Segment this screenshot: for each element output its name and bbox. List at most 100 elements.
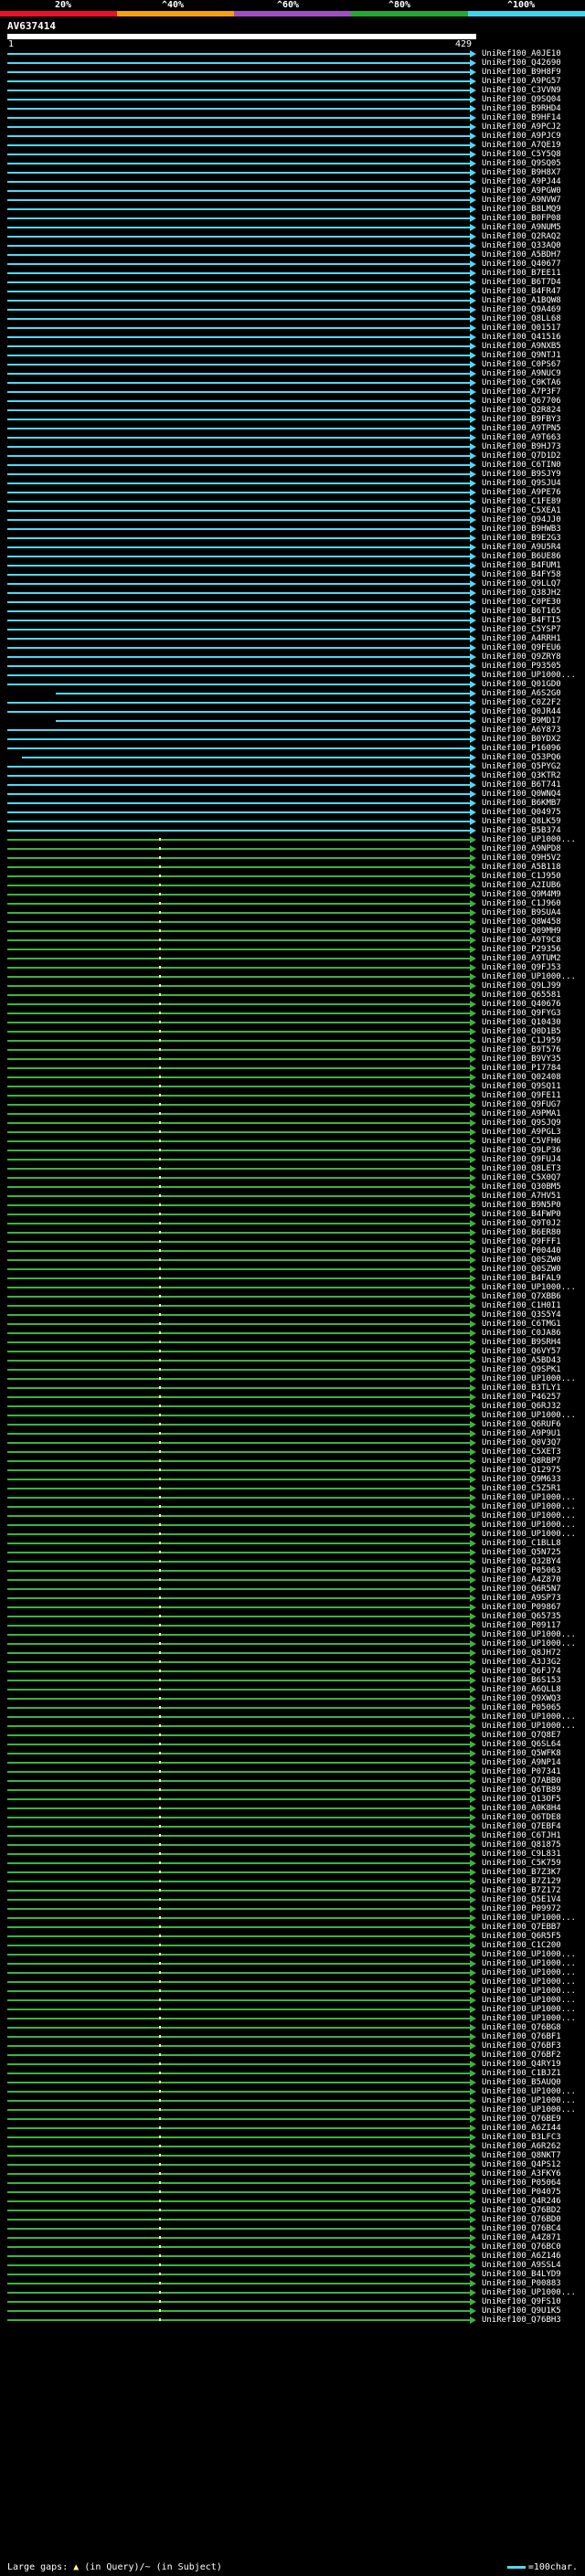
hit-link[interactable]: UniRef100_Q9FEU6 [482,643,561,652]
hit-link[interactable]: UniRef100_Q6VY57 [482,1347,561,1356]
hit-link[interactable]: UniRef100_Q5N725 [482,1548,561,1557]
hit-link[interactable]: UniRef100_Q7D1D2 [482,451,561,461]
hit-link[interactable]: UniRef100_Q8LET3 [482,1164,561,1173]
hit-link[interactable]: UniRef100_B9VY35 [482,1055,561,1064]
hit-link[interactable]: UniRef100_C1H0I1 [482,1301,561,1310]
hit-link[interactable]: UniRef100_B9H8F9 [482,68,561,77]
hit-link[interactable]: UniRef100_UP1000... [482,1959,576,1968]
hit-link[interactable]: UniRef100_B0YDX2 [482,735,561,744]
hit-link[interactable]: UniRef100_Q6SL64 [482,1740,561,1749]
hit-link[interactable]: UniRef100_UP1000... [482,1722,576,1731]
hit-link[interactable]: UniRef100_P05064 [482,2178,561,2188]
hit-link[interactable]: UniRef100_Q9SJU4 [482,479,561,488]
hit-link[interactable]: UniRef100_UP1000... [482,1987,576,1996]
hit-link[interactable]: UniRef100_B4FY58 [482,570,561,579]
hit-link[interactable]: UniRef100_A9PCJ2 [482,122,561,132]
hit-link[interactable]: UniRef100_UP1000... [482,2087,576,2096]
hit-link[interactable]: UniRef100_B4FTI5 [482,616,561,625]
hit-link[interactable]: UniRef100_UP1000... [482,1411,576,1420]
hit-link[interactable]: UniRef100_P05063 [482,1566,561,1575]
hit-link[interactable]: UniRef100_Q10430 [482,1018,561,1027]
hit-link[interactable]: UniRef100_UP1000... [482,1283,576,1292]
hit-link[interactable]: UniRef100_B9FBY3 [482,415,561,424]
hit-link[interactable]: UniRef100_Q41516 [482,333,561,342]
hit-link[interactable]: UniRef100_UP1000... [482,1630,576,1639]
hit-link[interactable]: UniRef100_UP1000... [482,1913,576,1923]
hit-link[interactable]: UniRef100_Q76BF3 [482,2041,561,2051]
hit-link[interactable]: UniRef100_Q0D1B5 [482,1027,561,1036]
hit-link[interactable]: UniRef100_A9U5R4 [482,543,561,552]
hit-link[interactable]: UniRef100_C1J960 [482,899,561,908]
hit-link[interactable]: UniRef100_Q76BE9 [482,2115,561,2124]
hit-link[interactable]: UniRef100_C3VVN9 [482,86,561,95]
hit-link[interactable]: UniRef100_B4LYD9 [482,2270,561,2279]
hit-link[interactable]: UniRef100_A2IUB6 [482,881,561,890]
hit-link[interactable]: UniRef100_Q12975 [482,1466,561,1475]
hit-link[interactable]: UniRef100_A6S2G0 [482,689,561,698]
hit-link[interactable]: UniRef100_Q9SQ05 [482,159,561,168]
hit-link[interactable]: UniRef100_Q6R5N7 [482,1585,561,1594]
hit-link[interactable]: UniRef100_B9RHD4 [482,104,561,113]
hit-link[interactable]: UniRef100_B8LMQ9 [482,205,561,214]
hit-link[interactable]: UniRef100_B4FWP0 [482,1210,561,1219]
hit-link[interactable]: UniRef100_C1J959 [482,1036,561,1045]
hit-link[interactable]: UniRef100_B7Z172 [482,1886,561,1895]
hit-link[interactable]: UniRef100_C0Z2F2 [482,698,561,707]
hit-link[interactable]: UniRef100_P09117 [482,1621,561,1630]
hit-link[interactable]: UniRef100_Q67706 [482,397,561,406]
hit-link[interactable]: UniRef100_Q76BF1 [482,2032,561,2041]
hit-link[interactable]: UniRef100_P29356 [482,945,561,954]
hit-link[interactable]: UniRef100_C6TMG1 [482,1320,561,1329]
hit-link[interactable]: UniRef100_UP1000... [482,671,576,680]
hit-link[interactable]: UniRef100_B4FUM1 [482,561,561,570]
hit-link[interactable]: UniRef100_P07341 [482,1767,561,1776]
hit-link[interactable]: UniRef100_UP1000... [482,1530,576,1539]
hit-link[interactable]: UniRef100_C5Z5R1 [482,1484,561,1493]
hit-link[interactable]: UniRef100_Q9XWQ3 [482,1694,561,1703]
hit-link[interactable]: UniRef100_Q8LL68 [482,314,561,323]
hit-link[interactable]: UniRef100_A9NUC9 [482,369,561,378]
hit-link[interactable]: UniRef100_A7QE19 [482,141,561,150]
hit-link[interactable]: UniRef100_UP1000... [482,2105,576,2115]
hit-link[interactable]: UniRef100_A5BDH7 [482,250,561,260]
hit-link[interactable]: UniRef100_B9SUA4 [482,908,561,917]
hit-link[interactable]: UniRef100_Q5PYG2 [482,762,561,771]
hit-link[interactable]: UniRef100_Q7EBF4 [482,1822,561,1831]
hit-link[interactable]: UniRef100_A9NP14 [482,1758,561,1767]
hit-link[interactable]: UniRef100_Q0WNQ4 [482,790,561,799]
hit-link[interactable]: UniRef100_P05065 [482,1703,561,1712]
hit-link[interactable]: UniRef100_A9NPD8 [482,844,561,853]
hit-link[interactable]: UniRef100_Q9SQ04 [482,95,561,104]
hit-link[interactable]: UniRef100_B9SRH4 [482,1338,561,1347]
hit-link[interactable]: UniRef100_Q9SJQ9 [482,1118,561,1128]
hit-link[interactable]: UniRef100_A9SP73 [482,1594,561,1603]
hit-link[interactable]: UniRef100_C5K759 [482,1859,561,1868]
hit-link[interactable]: UniRef100_A9PMA1 [482,1109,561,1118]
hit-link[interactable]: UniRef100_Q13OF5 [482,1795,561,1804]
hit-link[interactable]: UniRef100_Q9M633 [482,1475,561,1484]
hit-link[interactable]: UniRef100_B3TLY1 [482,1383,561,1393]
hit-link[interactable]: UniRef100_C5X0Q7 [482,1173,561,1182]
hit-link[interactable]: UniRef100_Q53PQ6 [482,753,561,762]
hit-link[interactable]: UniRef100_B9HF14 [482,113,561,122]
hit-link[interactable]: UniRef100_Q8NKT7 [482,2151,561,2160]
hit-link[interactable]: UniRef100_Q76BC4 [482,2224,561,2233]
hit-link[interactable]: UniRef100_A5BD43 [482,1356,561,1365]
hit-link[interactable]: UniRef100_C5XET3 [482,1447,561,1457]
hit-link[interactable]: UniRef100_Q01GD0 [482,680,561,689]
hit-link[interactable]: UniRef100_C1BLL8 [482,1539,561,1548]
hit-link[interactable]: UniRef100_A3J3G2 [482,1658,561,1667]
hit-link[interactable]: UniRef100_Q09MH9 [482,927,561,936]
hit-link[interactable]: UniRef100_B7Z129 [482,1877,561,1886]
hit-link[interactable]: UniRef100_A9T9C8 [482,936,561,945]
hit-link[interactable]: UniRef100_Q0V3Q7 [482,1438,561,1447]
hit-link[interactable]: UniRef100_A9NXB5 [482,342,561,351]
hit-link[interactable]: UniRef100_Q38JH2 [482,588,561,598]
hit-link[interactable]: UniRef100_A3FKY6 [482,2169,561,2178]
hit-link[interactable]: UniRef100_A4Z870 [482,1575,561,1585]
hit-link[interactable]: UniRef100_Q9FUJ4 [482,1155,561,1164]
hit-link[interactable]: UniRef100_P16096 [482,744,561,753]
hit-link[interactable]: UniRef100_Q9FS10 [482,2297,561,2306]
hit-link[interactable]: UniRef100_Q2R824 [482,406,561,415]
hit-link[interactable]: UniRef100_Q3S5Y4 [482,1310,561,1320]
